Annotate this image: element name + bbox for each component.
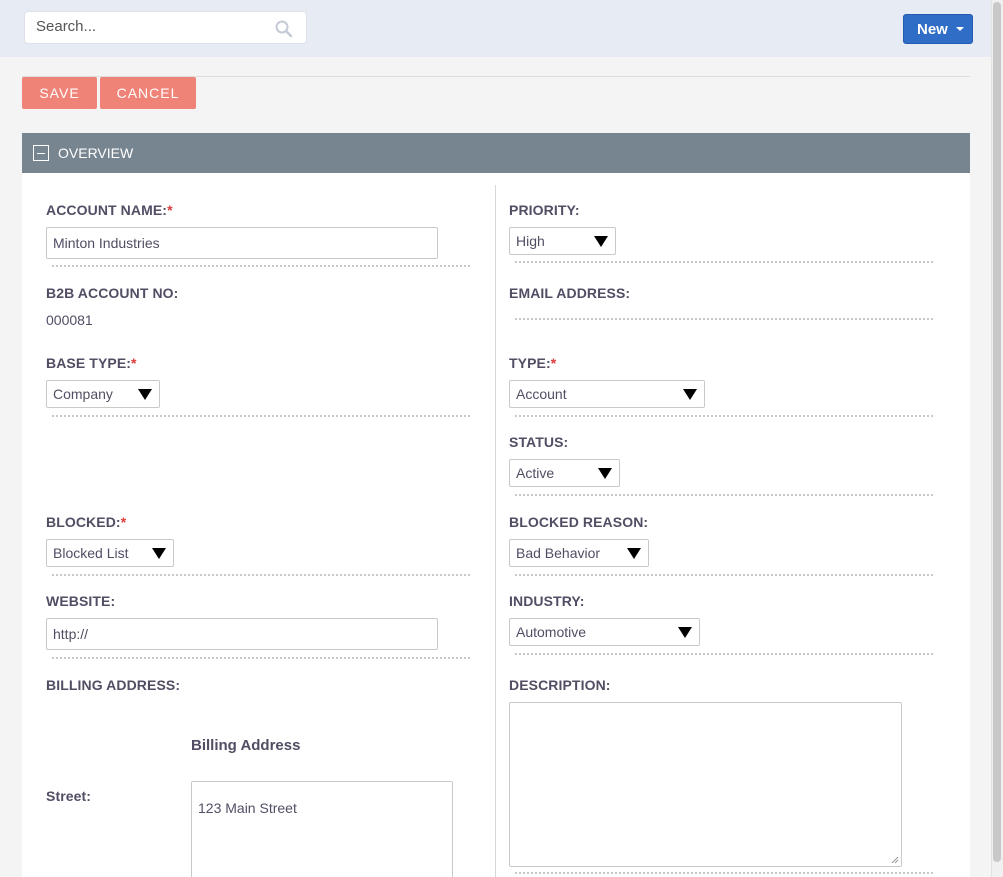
cancel-button[interactable]: CANCEL	[100, 77, 196, 109]
search-box[interactable]	[24, 11, 307, 44]
email-address-label: EMAIL ADDRESS:	[509, 285, 631, 301]
field-separator	[52, 574, 470, 576]
field-separator	[515, 415, 933, 417]
industry-select[interactable]: Automotive	[509, 618, 700, 646]
new-button[interactable]: New	[903, 14, 973, 44]
minus-box-icon[interactable]	[33, 145, 49, 161]
account-name-label: ACCOUNT NAME:*	[46, 202, 173, 218]
website-input[interactable]: http://	[46, 618, 438, 650]
blocked-reason-label: BLOCKED REASON:	[509, 514, 649, 530]
search-icon[interactable]	[274, 19, 294, 39]
scrollbar-thumb[interactable]	[993, 2, 1001, 862]
field-separator	[515, 494, 933, 496]
chevron-down-icon	[955, 27, 964, 31]
status-select[interactable]: Active	[509, 459, 620, 487]
billing-address-heading: Billing Address	[191, 737, 301, 754]
blocked-select[interactable]: Blocked List	[46, 539, 174, 567]
priority-label: PRIORITY:	[509, 202, 580, 218]
panel-title: OVERVIEW	[58, 145, 134, 161]
base-type-value: Company	[53, 386, 113, 402]
status-label: STATUS:	[509, 434, 569, 450]
caret-down-icon	[683, 389, 697, 400]
blocked-reason-value: Bad Behavior	[516, 545, 601, 561]
field-separator	[515, 653, 933, 655]
b2b-account-no-value: 000081	[46, 312, 93, 328]
blocked-reason-select[interactable]: Bad Behavior	[509, 539, 649, 567]
scrollbar[interactable]	[991, 0, 1003, 877]
street-label: Street:	[46, 788, 92, 804]
field-separator	[515, 574, 933, 576]
street-value: 123 Main Street	[198, 800, 297, 816]
priority-select[interactable]: High	[509, 227, 616, 255]
description-textarea[interactable]	[509, 702, 902, 867]
field-separator	[515, 261, 933, 263]
blocked-value: Blocked List	[53, 545, 129, 561]
status-value: Active	[516, 465, 555, 481]
website-label: WEBSITE:	[46, 593, 116, 609]
account-name-input[interactable]: Minton Industries	[46, 227, 438, 259]
type-label: TYPE:*	[509, 355, 557, 371]
field-separator	[515, 872, 933, 874]
caret-down-icon	[152, 548, 166, 559]
overview-panel-header[interactable]: OVERVIEW	[22, 133, 970, 173]
street-textarea[interactable]: 123 Main Street	[191, 781, 453, 877]
search-input[interactable]	[36, 18, 266, 35]
field-separator	[52, 657, 470, 659]
new-button-label: New	[917, 20, 948, 38]
b2b-account-no-label: B2B ACCOUNT NO:	[46, 285, 179, 301]
caret-down-icon	[678, 627, 692, 638]
top-bar: New	[0, 0, 991, 57]
base-type-select[interactable]: Company	[46, 380, 160, 408]
field-separator	[52, 265, 470, 267]
column-divider	[495, 185, 496, 877]
caret-down-icon	[594, 236, 608, 247]
save-button[interactable]: SAVE	[22, 77, 97, 109]
base-type-label: BASE TYPE:*	[46, 355, 137, 371]
field-separator	[515, 318, 933, 320]
caret-down-icon	[627, 548, 641, 559]
field-separator	[52, 415, 470, 417]
type-value: Account	[516, 386, 567, 402]
billing-address-label: BILLING ADDRESS:	[46, 677, 181, 693]
industry-value: Automotive	[516, 624, 587, 640]
description-label: DESCRIPTION:	[509, 677, 611, 693]
caret-down-icon	[598, 468, 612, 479]
blocked-label: BLOCKED:*	[46, 514, 127, 530]
type-select[interactable]: Account	[509, 380, 705, 408]
caret-down-icon	[138, 389, 152, 400]
resize-handle-icon[interactable]	[891, 856, 899, 864]
priority-value: High	[516, 233, 545, 249]
industry-label: INDUSTRY:	[509, 593, 585, 609]
